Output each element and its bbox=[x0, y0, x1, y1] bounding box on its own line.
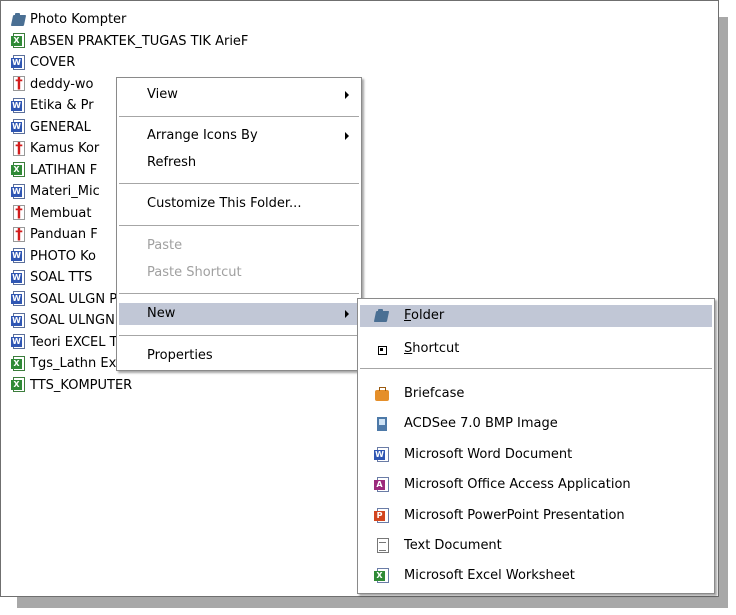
file-item[interactable]: COVER bbox=[11, 52, 248, 74]
menu-separator bbox=[119, 225, 359, 226]
menu-item-label: hortcut bbox=[412, 341, 460, 356]
briefcase-icon bbox=[374, 386, 390, 402]
file-name: ABSEN PRAKTEK_TUGAS TIK ArieF bbox=[30, 33, 249, 49]
menu-separator bbox=[360, 368, 712, 369]
menu-item-label: View bbox=[147, 87, 178, 102]
submenu-arrow-icon bbox=[345, 91, 349, 99]
excel-file-icon bbox=[11, 377, 27, 393]
word-file-icon bbox=[11, 119, 27, 135]
text-document-icon bbox=[374, 538, 390, 554]
file-item[interactable]: ABSEN PRAKTEK_TUGAS TIK ArieF bbox=[11, 31, 248, 53]
word-file-icon bbox=[11, 291, 27, 307]
menu-item-label: Properties bbox=[147, 348, 213, 363]
pdf-file-icon bbox=[11, 203, 27, 221]
file-name: GENERAL bbox=[30, 119, 91, 135]
menu-item-label: Microsoft Excel Worksheet bbox=[404, 568, 575, 583]
file-name: Panduan F bbox=[30, 227, 98, 242]
folder-icon bbox=[374, 308, 390, 324]
excel-file-icon bbox=[11, 162, 27, 178]
submenu-item-excel-worksheet[interactable]: Microsoft Excel Worksheet bbox=[360, 565, 712, 587]
menu-item-label: New bbox=[147, 306, 176, 321]
file-name: COVER bbox=[30, 55, 76, 70]
excel-file-icon bbox=[11, 355, 27, 372]
word-file-icon bbox=[11, 54, 27, 71]
menu-item-label: Microsoft Word Document bbox=[404, 447, 573, 462]
pdf-file-icon bbox=[11, 74, 27, 92]
submenu-item-access-application[interactable]: Microsoft Office Access Application bbox=[360, 474, 712, 496]
submenu-item-text-document[interactable]: Text Document bbox=[360, 535, 712, 557]
menu-separator bbox=[119, 116, 359, 117]
menu-item-properties[interactable]: Properties bbox=[119, 345, 359, 367]
submenu-item-word-document[interactable]: Microsoft Word Document bbox=[360, 444, 712, 466]
menu-item-view[interactable]: View bbox=[119, 84, 359, 106]
new-submenu: Folder Shortcut Briefcase ACDSee 7.0 BMP… bbox=[357, 298, 715, 594]
menu-item-label: ACDSee 7.0 BMP Image bbox=[404, 416, 558, 431]
folder-icon bbox=[11, 12, 27, 28]
file-name: deddy-wo bbox=[30, 76, 94, 92]
menu-item-paste-shortcut[interactable]: Paste Shortcut bbox=[119, 262, 359, 284]
file-item[interactable]: TTS_KOMPUTER bbox=[11, 375, 248, 397]
menu-item-label: Text Document bbox=[404, 538, 502, 553]
menu-item-accesskey: F bbox=[404, 308, 412, 323]
submenu-item-folder[interactable]: Folder bbox=[360, 305, 712, 327]
menu-item-label: Microsoft PowerPoint Presentation bbox=[404, 508, 625, 523]
menu-item-customize-folder[interactable]: Customize This Folder... bbox=[119, 193, 359, 215]
powerpoint-icon bbox=[374, 508, 390, 524]
file-name: PHOTO Ko bbox=[30, 248, 96, 264]
word-file-icon bbox=[11, 269, 27, 286]
menu-item-paste[interactable]: Paste bbox=[119, 235, 359, 257]
file-name: SOAL TTS bbox=[30, 270, 93, 285]
submenu-arrow-icon bbox=[345, 132, 349, 140]
menu-item-label: Briefcase bbox=[404, 386, 465, 401]
file-item[interactable]: Photo Kompter bbox=[11, 9, 248, 31]
menu-item-label: Paste Shortcut bbox=[147, 265, 242, 280]
file-name: Etika & Pr bbox=[30, 98, 94, 113]
menu-item-label: Arrange Icons By bbox=[147, 128, 258, 143]
menu-item-label: Customize This Folder... bbox=[147, 196, 302, 211]
file-name: Photo Kompter bbox=[30, 12, 127, 27]
menu-item-label: Refresh bbox=[147, 155, 197, 170]
file-name: Materi_Mic bbox=[30, 184, 100, 199]
submenu-item-briefcase[interactable]: Briefcase bbox=[360, 383, 712, 405]
submenu-item-powerpoint[interactable]: Microsoft PowerPoint Presentation bbox=[360, 505, 712, 527]
pdf-file-icon bbox=[11, 225, 27, 243]
word-file-icon bbox=[11, 248, 27, 264]
submenu-arrow-icon bbox=[345, 310, 349, 318]
pdf-file-icon bbox=[11, 139, 27, 157]
shortcut-icon bbox=[374, 341, 390, 357]
menu-item-new[interactable]: New bbox=[119, 303, 359, 325]
file-name: LATIHAN F bbox=[30, 162, 98, 178]
menu-item-refresh[interactable]: Refresh bbox=[119, 152, 359, 174]
word-file-icon bbox=[11, 97, 27, 114]
menu-separator bbox=[119, 183, 359, 184]
excel-file-icon bbox=[11, 33, 27, 49]
submenu-item-shortcut[interactable]: Shortcut bbox=[360, 338, 712, 360]
submenu-item-acdsee-bmp[interactable]: ACDSee 7.0 BMP Image bbox=[360, 413, 712, 435]
access-application-icon bbox=[374, 477, 390, 493]
excel-worksheet-icon bbox=[374, 568, 390, 584]
file-name: Membuat bbox=[30, 205, 92, 221]
word-document-icon bbox=[374, 447, 390, 463]
file-name: TTS_KOMPUTER bbox=[30, 377, 133, 393]
menu-separator bbox=[119, 335, 359, 336]
word-file-icon bbox=[11, 334, 27, 350]
menu-item-arrange-icons[interactable]: Arrange Icons By bbox=[119, 125, 359, 147]
acdsee-image-icon bbox=[374, 416, 390, 432]
word-file-icon bbox=[11, 312, 27, 329]
menu-item-label: Microsoft Office Access Application bbox=[404, 477, 631, 492]
menu-item-label: Paste bbox=[147, 238, 183, 253]
file-name: Kamus Kor bbox=[30, 141, 100, 156]
explorer-window: Photo Kompter ABSEN PRAKTEK_TUGAS TIK Ar… bbox=[0, 0, 719, 597]
word-file-icon bbox=[11, 183, 27, 200]
menu-item-label: older bbox=[411, 308, 445, 323]
menu-separator bbox=[119, 293, 359, 294]
context-menu: View Arrange Icons By Refresh Customize … bbox=[116, 77, 362, 371]
